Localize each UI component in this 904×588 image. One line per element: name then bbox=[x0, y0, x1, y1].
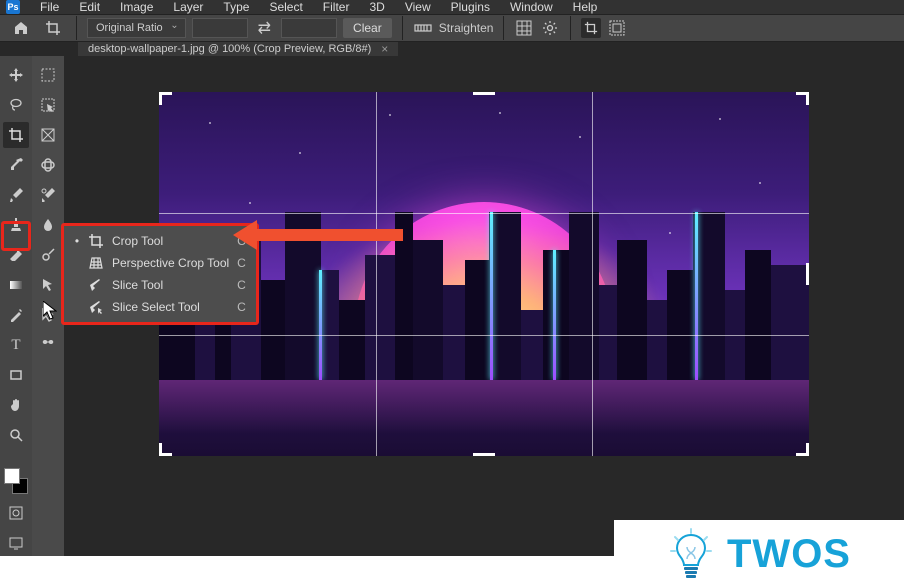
app-logo-icon: Ps bbox=[6, 0, 20, 14]
crop-height-field[interactable] bbox=[281, 18, 337, 38]
document-tabbar: desktop-wallpaper-1.jpg @ 100% (Crop Pre… bbox=[0, 42, 904, 56]
brush-tool-icon[interactable] bbox=[3, 182, 29, 208]
hand-tool-icon[interactable] bbox=[3, 392, 29, 418]
crop-tool-flyout: • Crop Tool C Perspective Crop Tool C bbox=[61, 223, 259, 325]
gradient-tool-icon[interactable] bbox=[3, 272, 29, 298]
crop-handle[interactable] bbox=[159, 443, 162, 456]
options-bar: Original Ratio ⇄ Clear Straighten bbox=[0, 15, 904, 42]
marquee-tool-icon[interactable] bbox=[35, 62, 61, 88]
menu-image[interactable]: Image bbox=[110, 0, 163, 14]
menu-view[interactable]: View bbox=[395, 0, 441, 14]
slice-select-icon bbox=[88, 300, 104, 314]
lasso-tool-icon[interactable] bbox=[3, 92, 29, 118]
spot-heal-tool-icon[interactable] bbox=[35, 152, 61, 178]
crop-width-field[interactable] bbox=[192, 18, 248, 38]
menu-window[interactable]: Window bbox=[500, 0, 563, 14]
menu-3d[interactable]: 3D bbox=[359, 0, 394, 14]
object-select-tool-icon[interactable] bbox=[35, 92, 61, 118]
color-swatches[interactable] bbox=[2, 466, 30, 496]
crop-handle[interactable] bbox=[473, 92, 495, 95]
flyout-item-perspective-crop[interactable]: Perspective Crop Tool C bbox=[64, 252, 256, 274]
menu-file[interactable]: File bbox=[30, 0, 69, 14]
swap-dimensions-icon[interactable]: ⇄ bbox=[254, 18, 275, 38]
lightbulb-icon bbox=[667, 527, 715, 581]
delete-cropped-icon[interactable] bbox=[581, 18, 601, 38]
home-icon[interactable] bbox=[8, 15, 34, 41]
crop-tool-icon[interactable] bbox=[3, 122, 29, 148]
path-select-tool-icon[interactable] bbox=[35, 272, 61, 298]
crop-icon bbox=[88, 234, 104, 248]
rectangle-tool-icon[interactable] bbox=[3, 362, 29, 388]
crop-handle[interactable] bbox=[806, 92, 809, 105]
mouse-cursor-icon bbox=[43, 301, 57, 324]
pen-tool-icon[interactable] bbox=[3, 302, 29, 328]
flyout-item-shortcut: C bbox=[237, 300, 246, 314]
menu-layer[interactable]: Layer bbox=[163, 0, 213, 14]
menu-type[interactable]: Type bbox=[213, 0, 259, 14]
settings-gear-icon[interactable] bbox=[540, 18, 560, 38]
menu-plugins[interactable]: Plugins bbox=[441, 0, 500, 14]
crop-grid-line bbox=[376, 92, 377, 456]
crop-grid-line bbox=[159, 335, 809, 336]
perspective-crop-icon bbox=[88, 256, 104, 270]
straighten-icon[interactable] bbox=[413, 18, 433, 38]
text-tool-icon[interactable]: T bbox=[3, 332, 29, 358]
crop-handle[interactable] bbox=[806, 263, 809, 285]
blur-tool-icon[interactable] bbox=[35, 212, 61, 238]
menubar: Ps File Edit Image Layer Type Select Fil… bbox=[0, 0, 904, 15]
dodge-tool-icon[interactable] bbox=[35, 242, 61, 268]
clone-stamp-tool-icon[interactable] bbox=[3, 212, 29, 238]
frame-tool-icon[interactable] bbox=[35, 122, 61, 148]
twos-watermark-text: TWOS bbox=[727, 532, 851, 577]
zoom-tool-icon[interactable] bbox=[3, 422, 29, 448]
crop-grid-line bbox=[592, 92, 593, 456]
content-aware-icon[interactable] bbox=[607, 18, 627, 38]
menu-filter[interactable]: Filter bbox=[313, 0, 360, 14]
foreground-color-swatch[interactable] bbox=[4, 468, 20, 484]
flyout-item-label: Crop Tool bbox=[112, 234, 229, 248]
flyout-item-label: Perspective Crop Tool bbox=[112, 256, 229, 270]
grid-overlay-icon[interactable] bbox=[514, 18, 534, 38]
move-tool-icon[interactable] bbox=[3, 62, 29, 88]
menu-select[interactable]: Select bbox=[259, 0, 312, 14]
close-tab-icon[interactable]: × bbox=[381, 42, 388, 56]
document-tab-title: desktop-wallpaper-1.jpg @ 100% (Crop Pre… bbox=[88, 43, 371, 55]
custom-shape-tool-icon[interactable] bbox=[35, 332, 61, 358]
slice-icon bbox=[88, 278, 104, 292]
history-brush-tool-icon[interactable] bbox=[35, 182, 61, 208]
crop-ratio-dropdown[interactable]: Original Ratio bbox=[87, 18, 186, 38]
eraser-tool-icon[interactable] bbox=[3, 242, 29, 268]
flyout-item-label: Slice Select Tool bbox=[112, 300, 229, 314]
document-tab[interactable]: desktop-wallpaper-1.jpg @ 100% (Crop Pre… bbox=[78, 42, 398, 56]
crop-handle[interactable] bbox=[159, 92, 162, 105]
crop-handle[interactable] bbox=[473, 453, 495, 456]
flyout-item-slice[interactable]: Slice Tool C bbox=[64, 274, 256, 296]
flyout-item-shortcut: C bbox=[237, 278, 246, 292]
eyedropper-tool-icon[interactable] bbox=[3, 152, 29, 178]
annotation-arrow bbox=[255, 229, 403, 241]
flyout-item-slice-select[interactable]: Slice Select Tool C bbox=[64, 296, 256, 318]
crop-grid-line bbox=[159, 213, 809, 214]
menu-edit[interactable]: Edit bbox=[69, 0, 110, 14]
menu-help[interactable]: Help bbox=[563, 0, 608, 14]
screen-mode-icon[interactable] bbox=[3, 530, 29, 556]
active-bullet-icon: • bbox=[74, 234, 80, 248]
straighten-label: Straighten bbox=[439, 21, 494, 35]
crop-handle[interactable] bbox=[806, 443, 809, 456]
flyout-item-crop[interactable]: • Crop Tool C bbox=[64, 230, 256, 252]
clear-button[interactable]: Clear bbox=[343, 18, 392, 38]
crop-tool-icon[interactable] bbox=[40, 15, 66, 41]
flyout-item-shortcut: C bbox=[237, 256, 246, 270]
flyout-item-label: Slice Tool bbox=[112, 278, 229, 292]
quick-mask-icon[interactable] bbox=[3, 500, 29, 526]
twos-watermark: TWOS bbox=[614, 520, 904, 588]
toolbar-left: T bbox=[0, 56, 32, 556]
